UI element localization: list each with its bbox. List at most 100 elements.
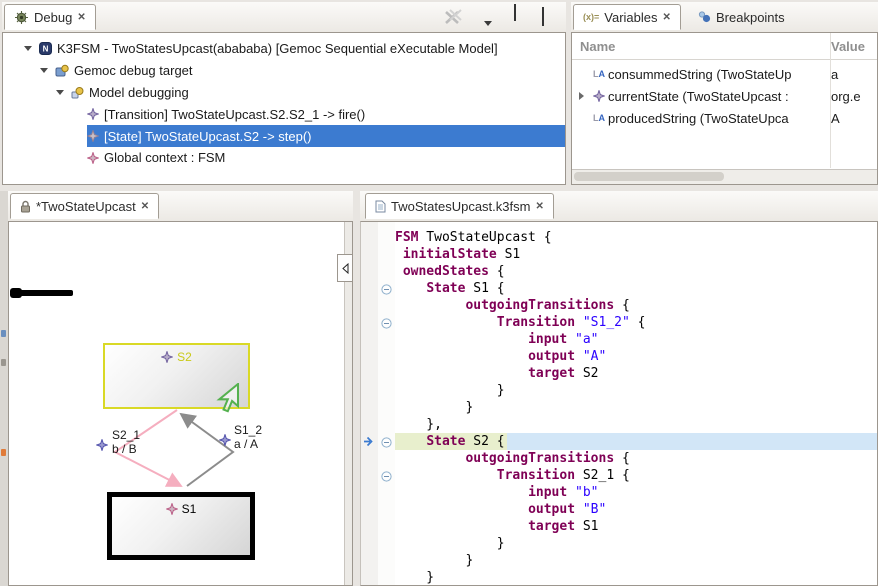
debug-bug-icon bbox=[14, 10, 29, 25]
code-line: State S2 { bbox=[395, 433, 877, 450]
code-line: target S1 bbox=[395, 518, 877, 535]
close-icon[interactable]: ✕ bbox=[77, 12, 85, 23]
expander-icon[interactable] bbox=[572, 92, 590, 100]
tool-cursor-icon bbox=[207, 383, 241, 415]
engine-icon: N bbox=[39, 42, 52, 55]
tab-breakpoints[interactable]: Breakpoints bbox=[689, 4, 794, 30]
close-icon[interactable]: ✕ bbox=[535, 201, 543, 212]
debug-target-icon bbox=[55, 64, 69, 77]
transition-label-S1_2[interactable]: S1_2a / A bbox=[234, 424, 262, 451]
view-menu-icon[interactable] bbox=[484, 14, 492, 29]
tab-debug-label: Debug bbox=[34, 10, 72, 25]
debug-tree-row[interactable]: Global context : FSM bbox=[3, 147, 565, 169]
debug-tree-row-label: Model debugging bbox=[89, 85, 189, 100]
debug-tree-row[interactable]: Gemoc debug target bbox=[3, 60, 565, 82]
remove-all-terminated-button[interactable] bbox=[442, 9, 464, 29]
star-gray-icon bbox=[87, 130, 99, 142]
trim-icon-blue[interactable] bbox=[1, 330, 6, 337]
variable-row[interactable]: LAproducedString (TwoStateUpcaA bbox=[572, 107, 877, 129]
variable-row[interactable]: currentState (TwoStateUpcast : org.e bbox=[572, 85, 877, 107]
code-line: }, bbox=[395, 416, 877, 433]
diagram-canvas[interactable]: S2S1S2_1b / BS1_2a / A bbox=[9, 283, 352, 585]
code-line: } bbox=[395, 569, 877, 586]
code-editor: TwoStatesUpcast.k3fsm ✕ FSM TwoStateUpca… bbox=[360, 191, 878, 586]
tab-diagram[interactable]: *TwoStateUpcast ✕ bbox=[10, 193, 159, 219]
debug-tree-row[interactable]: [Transition] TwoStateUpcast.S2.S2_1 -> f… bbox=[3, 103, 565, 125]
fold-collapse-icon[interactable] bbox=[381, 317, 392, 332]
variable-value: A bbox=[822, 111, 840, 126]
trim-icon-gray[interactable] bbox=[1, 359, 6, 366]
transition-label-icon[interactable] bbox=[219, 434, 231, 446]
code-line: } bbox=[395, 382, 877, 399]
code-text-area[interactable]: FSM TwoStateUpcast { initialState S1 own… bbox=[395, 222, 877, 585]
code-line: output "A" bbox=[395, 348, 877, 365]
diagram-editor-header: *TwoStateUpcast ✕ bbox=[8, 191, 353, 222]
horizontal-scrollbar[interactable] bbox=[572, 169, 877, 184]
star-purple-icon bbox=[593, 90, 605, 102]
lock-icon bbox=[20, 200, 31, 213]
tab-diagram-label: *TwoStateUpcast bbox=[36, 199, 136, 214]
folding-ruler[interactable] bbox=[378, 222, 395, 585]
column-header-name[interactable]: Name bbox=[572, 39, 822, 54]
code-line: input "a" bbox=[395, 331, 877, 348]
code-line: FSM TwoStateUpcast { bbox=[395, 229, 877, 246]
tab-variables-label: Variables bbox=[604, 10, 657, 25]
code-line: input "b" bbox=[395, 484, 877, 501]
code-line: } bbox=[395, 552, 877, 569]
annotation-ruler[interactable] bbox=[361, 222, 379, 585]
maximize-icon[interactable] bbox=[542, 10, 544, 25]
variable-row[interactable]: LAconsummedString (TwoStateUpa bbox=[572, 63, 877, 85]
code-line: outgoingTransitions { bbox=[395, 297, 877, 314]
debug-view: Debug ✕ N K3FSM - TwoStatesUpcast(abababa… bbox=[2, 2, 566, 185]
expander-icon[interactable] bbox=[37, 68, 51, 73]
debug-tree-row-label: [State] TwoStateUpcast.S2 -> step() bbox=[104, 129, 312, 144]
model-debugging-icon bbox=[71, 86, 84, 99]
fold-collapse-icon[interactable] bbox=[381, 283, 392, 298]
tab-k3fsm-file[interactable]: TwoStatesUpcast.k3fsm ✕ bbox=[365, 193, 554, 219]
expander-icon[interactable] bbox=[21, 46, 35, 51]
star-purple-icon bbox=[87, 108, 99, 120]
code-line: State S1 { bbox=[395, 280, 877, 297]
variable-value: a bbox=[822, 67, 838, 82]
diagram-editor: *TwoStateUpcast ✕ S2S1S2_1b / BS1_2a / A bbox=[8, 191, 353, 586]
transition-label-icon[interactable] bbox=[96, 439, 108, 451]
variables-table: LAconsummedString (TwoStateUpacurrentSta… bbox=[572, 63, 877, 129]
svg-text:N: N bbox=[43, 45, 49, 54]
transition-name: S1_2 bbox=[234, 424, 262, 438]
tab-breakpoints-label: Breakpoints bbox=[716, 10, 785, 25]
variable-name: currentState (TwoStateUpcast : bbox=[608, 89, 789, 104]
code-line: target S2 bbox=[395, 365, 877, 382]
current-instruction-pointer-icon bbox=[362, 435, 376, 451]
fold-collapse-icon[interactable] bbox=[381, 470, 392, 485]
transition-edges[interactable] bbox=[9, 283, 346, 585]
transition-label-S2_1[interactable]: S2_1b / B bbox=[112, 429, 140, 456]
expander-icon[interactable] bbox=[53, 90, 67, 95]
variable-name: consummedString (TwoStateUp bbox=[608, 67, 792, 82]
debug-tree-row-label: Global context : FSM bbox=[104, 150, 225, 165]
code-line: ownedStates { bbox=[395, 263, 877, 280]
file-icon bbox=[375, 200, 386, 213]
transition-edge-S1_2[interactable] bbox=[181, 414, 233, 486]
close-icon[interactable]: ✕ bbox=[663, 12, 671, 23]
code-line: } bbox=[395, 535, 877, 552]
minimize-icon[interactable] bbox=[514, 5, 516, 20]
transition-trigger: b / B bbox=[112, 443, 140, 457]
variable-value: org.e bbox=[822, 89, 861, 104]
code-editor-header: TwoStatesUpcast.k3fsm ✕ bbox=[360, 191, 878, 222]
trim-icon-orange[interactable] bbox=[1, 449, 6, 456]
column-header-value[interactable]: Value bbox=[822, 39, 865, 54]
debug-tree-row[interactable]: N K3FSM - TwoStatesUpcast(abababa) [Gemoc… bbox=[3, 38, 565, 60]
debug-tree-row-label: K3FSM - TwoStatesUpcast(abababa) [Gemoc … bbox=[57, 41, 498, 56]
variables-view-header: (x)= Variables ✕ Breakpoints bbox=[571, 2, 878, 33]
close-icon[interactable]: ✕ bbox=[141, 201, 149, 212]
fold-collapse-icon[interactable] bbox=[381, 436, 392, 451]
code-line: outgoingTransitions { bbox=[395, 450, 877, 467]
debug-tree-row[interactable]: Model debugging bbox=[3, 82, 565, 104]
code-line: initialState S1 bbox=[395, 246, 877, 263]
tab-variables[interactable]: (x)= Variables ✕ bbox=[573, 4, 681, 30]
palette-collapse-button[interactable] bbox=[337, 254, 353, 282]
tab-debug[interactable]: Debug ✕ bbox=[4, 4, 96, 30]
debug-tree-row[interactable]: [State] TwoStateUpcast.S2 -> step() bbox=[3, 125, 565, 147]
debug-tree-row-label: Gemoc debug target bbox=[74, 63, 193, 78]
variables-view: (x)= Variables ✕ Breakpoints Name Value … bbox=[571, 2, 878, 185]
